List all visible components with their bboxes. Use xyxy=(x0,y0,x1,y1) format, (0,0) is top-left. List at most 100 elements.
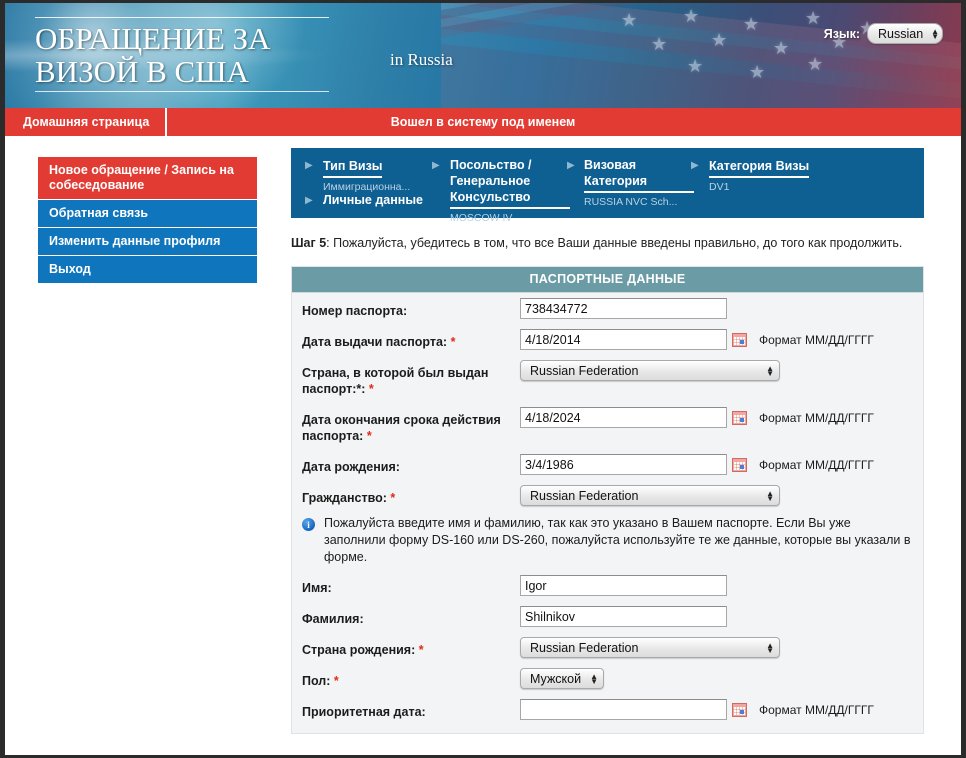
sidebar-item-label: Обратная связь xyxy=(49,206,149,220)
breadcrumb-step-visa-category: Визовая Категория RUSSIA NVC Sch... xyxy=(584,157,694,209)
sidebar-item-feedback[interactable]: Обратная связь xyxy=(38,200,257,228)
in-country-label: in Russia xyxy=(390,50,453,69)
chevron-right-icon: ▶ xyxy=(691,160,699,171)
breadcrumb-step-title[interactable]: Визовая Категория xyxy=(584,157,694,193)
sidebar-item-edit-profile[interactable]: Изменить данные профиля xyxy=(38,228,257,256)
first-name-input[interactable] xyxy=(520,575,727,596)
nav-home-link[interactable]: Домашняя страница xyxy=(5,108,168,136)
field-row-birth-country: Страна рождения: * Russian Federation ▲ ▼ xyxy=(292,632,923,663)
step-instruction-text: : Пожалуйста, убедитесь в том, что все В… xyxy=(326,236,903,250)
priority-date-input[interactable] xyxy=(520,699,727,720)
label-priority-date: Приоритетная дата: xyxy=(302,705,426,719)
main-navbar: Домашняя страница Вошел в систему под им… xyxy=(5,108,961,136)
field-row-first-name: Имя: xyxy=(292,570,923,601)
breadcrumb-step-embassy: Посольство / Генеральное Консульство MOS… xyxy=(450,157,570,225)
form-section-heading: ПАСПОРТНЫЕ ДАННЫЕ xyxy=(292,267,923,293)
stepper-arrows-icon: ▲ ▼ xyxy=(766,488,774,503)
sidebar-item-new-application[interactable]: Новое обращение / Запись на собеседовани… xyxy=(38,157,257,200)
stepper-arrows-icon: ▲ ▼ xyxy=(766,640,774,655)
birth-date-input[interactable] xyxy=(520,454,727,475)
label-text: Страна рождения: xyxy=(302,643,416,657)
label-text: Дата окончания срока действия паспорта: xyxy=(302,413,501,443)
issue-country-select[interactable]: Russian Federation ▲ ▼ xyxy=(520,360,780,381)
label-text: Дата выдачи паспорта: xyxy=(302,335,448,349)
info-icon: i xyxy=(302,518,315,531)
field-row-issue-date: Дата выдачи паспорта: * Формат ММ/ДД/ГГГ… xyxy=(292,324,923,355)
calendar-icon[interactable] xyxy=(732,410,747,425)
birth-country-select[interactable]: Russian Federation ▲ ▼ xyxy=(520,637,780,658)
field-row-passport-number: Номер паспорта: xyxy=(292,293,923,324)
label-text: Страна, в которой был выдан паспорт:*: xyxy=(302,366,489,396)
breadcrumb: ▶ Тип Визы Иммиграционна... ▶ Посольство… xyxy=(291,148,924,224)
label-gender: Пол: * xyxy=(302,668,520,689)
breadcrumb-step-title[interactable]: Категория Визы xyxy=(709,158,810,178)
breadcrumb-step-personal-data[interactable]: Личные данные xyxy=(323,193,423,207)
citizenship-value: Russian Federation xyxy=(530,488,639,503)
required-marker: * xyxy=(368,382,374,396)
chevron-right-icon: ▶ xyxy=(567,160,575,171)
breadcrumb-step-sub: MOSCOW IV xyxy=(450,212,513,224)
field-row-gender: Пол: * Мужской ▲ ▼ xyxy=(292,663,923,694)
info-note-text: Пожалуйста введите имя и фамилию, так ка… xyxy=(324,516,911,564)
label-first-name: Имя: xyxy=(302,581,332,595)
step-number: Шаг 5 xyxy=(291,236,327,250)
issue-date-input[interactable] xyxy=(520,329,727,350)
label-expiry-date: Дата окончания срока действия паспорта: … xyxy=(302,407,520,444)
label-text: Пол: xyxy=(302,674,331,688)
expiry-date-input[interactable] xyxy=(520,407,727,428)
sidebar-nav: Новое обращение / Запись на собеседовани… xyxy=(38,157,257,284)
field-row-last-name: Фамилия: xyxy=(292,601,923,632)
breadcrumb-step-visa-type: Тип Визы Иммиграционна... xyxy=(323,157,410,194)
field-row-birth-date: Дата рождения: Формат ММ/ДД/ГГГГ xyxy=(292,449,923,480)
stepper-arrows-icon: ▲ ▼ xyxy=(590,671,598,686)
passport-number-input[interactable] xyxy=(520,298,727,319)
label-last-name: Фамилия: xyxy=(302,612,364,626)
stepper-arrows-icon: ▲ ▼ xyxy=(766,363,774,378)
required-marker: * xyxy=(418,643,424,657)
date-format-hint: Формат ММ/ДД/ГГГГ xyxy=(759,332,874,347)
calendar-icon[interactable] xyxy=(732,457,747,472)
gender-select[interactable]: Мужской ▲ ▼ xyxy=(520,668,604,689)
label-issue-date: Дата выдачи паспорта: * xyxy=(302,329,520,350)
field-row-expiry-date: Дата окончания срока действия паспорта: … xyxy=(292,402,923,449)
required-marker: * xyxy=(366,429,372,443)
sidebar-item-label: Новое обращение / Запись на собеседовани… xyxy=(49,163,234,192)
step-instruction: Шаг 5: Пожалуйста, убедитесь в том, что … xyxy=(291,235,911,252)
required-marker: * xyxy=(390,491,396,505)
label-birth-date: Дата рождения: xyxy=(302,460,400,474)
field-row-citizenship: Гражданство: * Russian Federation ▲ ▼ xyxy=(292,480,923,511)
date-format-hint: Формат ММ/ДД/ГГГГ xyxy=(759,702,874,717)
sidebar-item-logout[interactable]: Выход xyxy=(38,256,257,284)
label-issue-country: Страна, в которой был выдан паспорт:*: * xyxy=(302,360,520,397)
label-passport-number: Номер паспорта: xyxy=(302,304,408,318)
field-row-priority-date: Приоритетная дата: Формат ММ/ДД/ГГГГ xyxy=(292,694,923,725)
sidebar-item-label: Изменить данные профиля xyxy=(49,234,221,248)
language-selector-group: Язык: Russian ▲ ▼ xyxy=(824,23,943,44)
required-marker: * xyxy=(450,335,456,349)
site-title-block: ОБРАЩЕНИЕ ЗА ВИЗОЙ В США xyxy=(35,17,335,92)
calendar-icon[interactable] xyxy=(732,332,747,347)
language-label: Язык: xyxy=(823,26,860,41)
date-format-hint: Формат ММ/ДД/ГГГГ xyxy=(759,410,874,425)
gender-value: Мужской xyxy=(530,671,582,686)
language-select-value: Russian xyxy=(878,26,924,41)
breadcrumb-step-visa-class: Категория Визы DV1 xyxy=(709,157,869,194)
citizenship-select[interactable]: Russian Federation ▲ ▼ xyxy=(520,485,780,506)
sidebar-item-label: Выход xyxy=(49,262,91,276)
birth-country-value: Russian Federation xyxy=(530,640,639,655)
body-area: Новое обращение / Запись на собеседовани… xyxy=(5,136,961,755)
issue-country-value: Russian Federation xyxy=(530,363,639,378)
page-root: ★ ★ ★ ★ ★ ★ ★ ★ ★ ★ ★ ★ ОБРАЩЕНИЕ ЗА ВИЗ… xyxy=(0,0,966,758)
field-row-issue-country: Страна, в которой был выдан паспорт:*: *… xyxy=(292,355,923,402)
breadcrumb-step-title[interactable]: Тип Визы xyxy=(323,158,383,178)
calendar-icon[interactable] xyxy=(732,702,747,717)
required-marker: * xyxy=(333,674,339,688)
chevron-right-icon: ▶ xyxy=(305,195,313,206)
breadcrumb-step-title[interactable]: Посольство / Генеральное Консульство xyxy=(450,157,570,209)
last-name-input[interactable] xyxy=(520,606,727,627)
main-content: ▶ Тип Визы Иммиграционна... ▶ Посольство… xyxy=(291,148,931,734)
site-title: ОБРАЩЕНИЕ ЗА ВИЗОЙ В США xyxy=(35,21,271,89)
title-bottom-rule xyxy=(35,91,329,92)
passport-data-form: ПАСПОРТНЫЕ ДАННЫЕ Номер паспорта: Дата в… xyxy=(291,266,924,734)
language-select[interactable]: Russian ▲ ▼ xyxy=(867,23,943,44)
